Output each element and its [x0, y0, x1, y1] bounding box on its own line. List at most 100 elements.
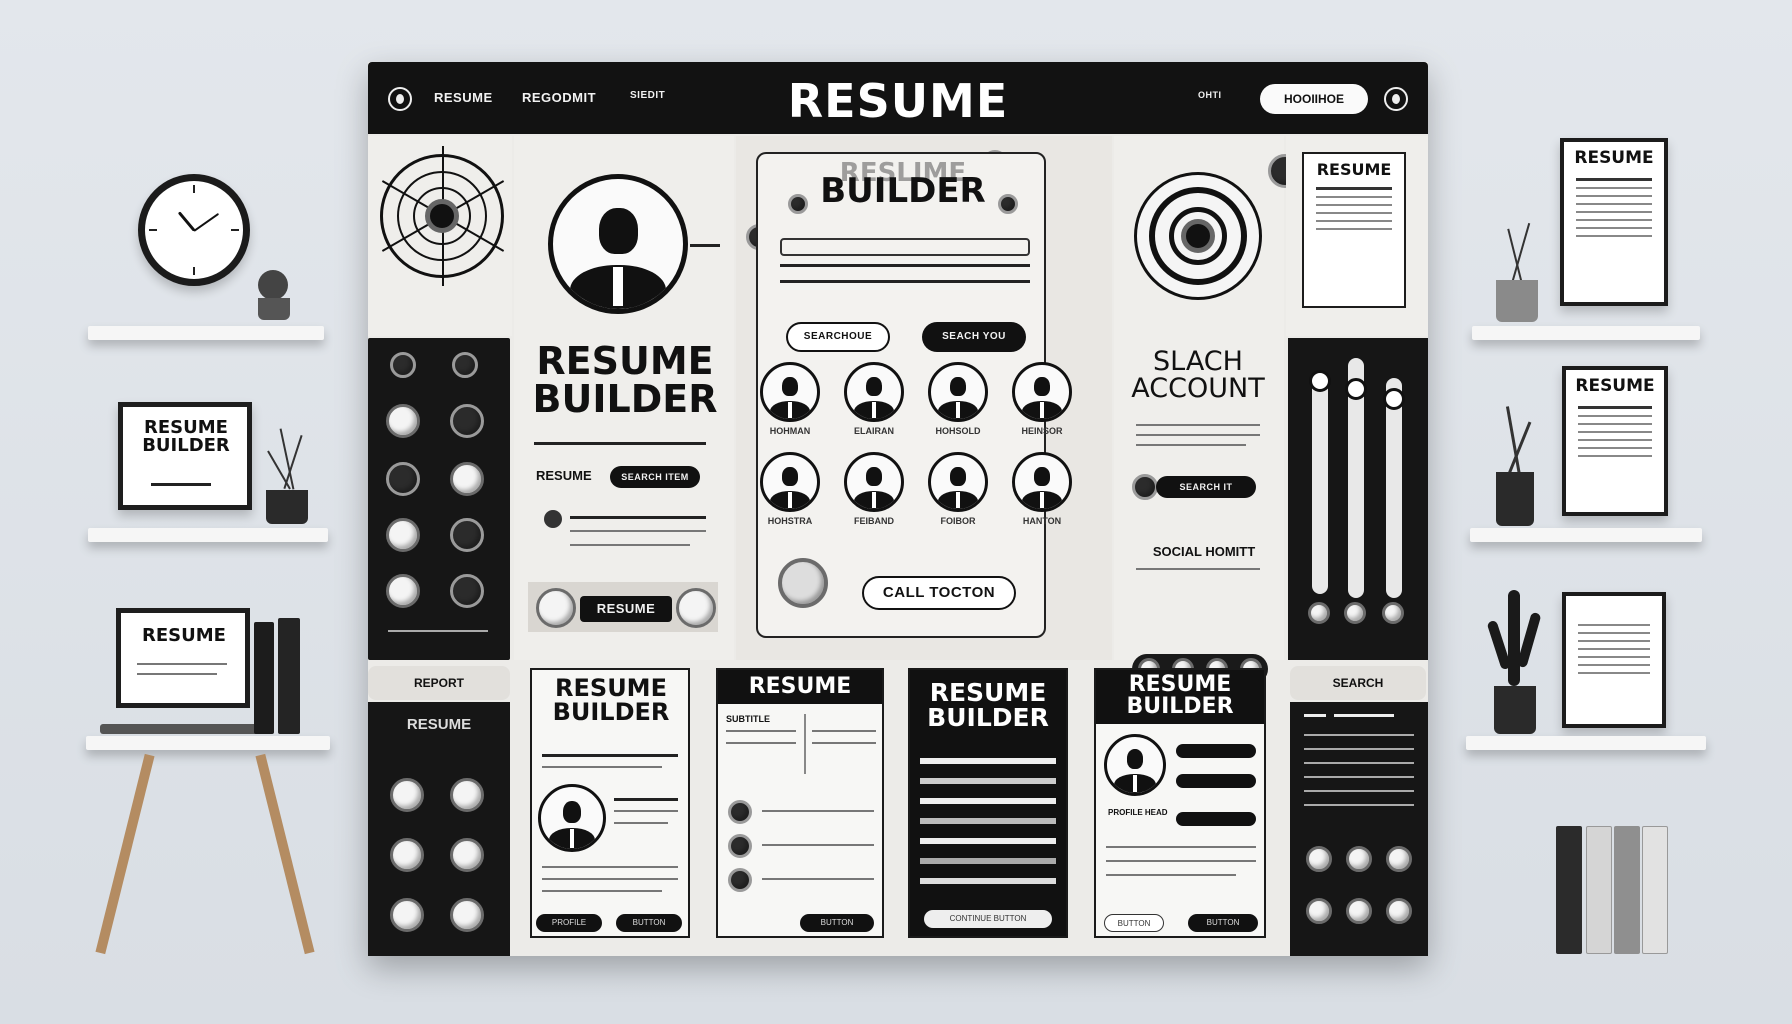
profile-thumbnail[interactable] [760, 362, 820, 422]
profile-thumbnail[interactable] [928, 362, 988, 422]
profile-thumbnail[interactable] [928, 452, 988, 512]
search-button-filled[interactable]: SEACH YOU [922, 322, 1026, 352]
social-icon[interactable] [1346, 898, 1372, 924]
nav-link-resume[interactable]: RESUME [434, 90, 493, 105]
card-icon[interactable] [728, 800, 752, 824]
resume-card[interactable]: RESUME BUILDER CONTINUE BUTTON [908, 668, 1068, 938]
slider-track[interactable] [1312, 374, 1328, 594]
social-label: SOCIAL HOMITT [1152, 544, 1256, 559]
card-button[interactable]: BUTTON [1104, 914, 1164, 932]
shelf [1466, 736, 1706, 750]
far-right-top: RESUME [1286, 136, 1428, 336]
dial-knob[interactable] [778, 558, 828, 608]
book-icon [1586, 826, 1612, 954]
call-button[interactable]: CALL TOCTON [862, 576, 1016, 610]
slider-base-knob[interactable] [1308, 602, 1330, 624]
search-pill[interactable]: SEARCH IT [1156, 476, 1256, 498]
social-icon[interactable] [1306, 898, 1332, 924]
nav-link-edit[interactable]: SIEDIT [630, 90, 665, 101]
shelf [88, 528, 328, 542]
toggle-knob[interactable] [450, 574, 484, 608]
bottom-knob[interactable] [450, 898, 484, 932]
profile-thumbnail[interactable] [844, 362, 904, 422]
wall-clock-icon [138, 174, 250, 286]
resume-card[interactable]: RESUME BUILDER PROFILE HEAD BUTTON BUTTO… [1094, 668, 1266, 938]
profile-thumbnail-label: HEINSOR [1021, 426, 1063, 436]
search-button-outline[interactable]: SEARCHOUE [786, 322, 890, 352]
card-icon[interactable] [728, 834, 752, 858]
heading-knob[interactable] [788, 194, 808, 214]
profile-thumbnail[interactable] [844, 452, 904, 512]
search-field-pill[interactable]: SEARCH ITEM [610, 466, 700, 488]
card-field[interactable] [1176, 774, 1256, 788]
pin-icon [544, 510, 562, 528]
search-label[interactable]: SEARCH [1290, 676, 1426, 690]
slider-knob[interactable] [1309, 370, 1331, 392]
radar-dial-icon[interactable] [380, 146, 505, 286]
toggle-knob[interactable] [450, 404, 484, 438]
heading-knob[interactable] [998, 194, 1018, 214]
slider-base-knob[interactable] [1344, 602, 1366, 624]
header-pill-button[interactable]: HOOIIHOE [1260, 84, 1368, 114]
slider-track[interactable] [1386, 378, 1402, 598]
social-icon[interactable] [1346, 846, 1372, 872]
toggle-knob[interactable] [390, 352, 416, 378]
resume-builder-app: RESUME REGODMIT SIEDIT RESUME BUILDER OH… [368, 62, 1428, 956]
bottom-knob[interactable] [390, 838, 424, 872]
resume-card[interactable]: RESUME SUBTITLE BUTTON [716, 668, 884, 938]
nav-link-small[interactable]: OHTI [1198, 90, 1222, 100]
knob-panel [368, 338, 510, 660]
account-knob[interactable] [1132, 474, 1158, 500]
bottom-knob[interactable] [450, 778, 484, 812]
social-icon[interactable] [1386, 846, 1412, 872]
card-button[interactable]: BUTTON [1188, 914, 1258, 932]
slider-knob[interactable] [1383, 388, 1405, 410]
plant-icon [1488, 222, 1546, 326]
report-label[interactable]: REPORT [368, 676, 510, 690]
card-icon[interactable] [728, 868, 752, 892]
toggle-knob[interactable] [450, 518, 484, 552]
profile-icon[interactable] [388, 87, 412, 111]
toggle-knob[interactable] [386, 518, 420, 552]
bottom-right-panel [1290, 702, 1428, 956]
monitor-title: RESUME BUILDER [142, 417, 230, 456]
settings-icon[interactable] [1384, 87, 1408, 111]
succulent-icon [252, 270, 296, 326]
social-icon[interactable] [1386, 898, 1412, 924]
profile-thumbnail[interactable] [1012, 452, 1072, 512]
monitor-frame: RESUME BUILDER [118, 402, 252, 510]
toggle-knob[interactable] [386, 404, 420, 438]
text-input[interactable] [780, 238, 1030, 256]
profile-grid: HOHMAN ELAIRAN HOHSOLD HEINSOR HOHSTRA FEIBAN… [756, 358, 1086, 538]
dial-knob[interactable] [676, 588, 716, 628]
card-button[interactable]: BUTTON [800, 914, 874, 932]
card-field[interactable] [1176, 744, 1256, 758]
radar-dial-icon[interactable] [1134, 172, 1262, 300]
field-label: RESUME [536, 468, 592, 483]
toggle-knob[interactable] [386, 462, 420, 496]
card-button[interactable]: CONTINUE BUTTON [924, 910, 1052, 928]
bottom-knob[interactable] [390, 778, 424, 812]
account-heading: SLACH ACCOUNT [1131, 346, 1265, 404]
card-button[interactable]: BUTTON [616, 914, 682, 932]
profile-thumbnail-label: FOIBOR [940, 516, 976, 526]
profile-thumbnail[interactable] [760, 452, 820, 512]
bottom-knob[interactable] [450, 838, 484, 872]
card-button[interactable]: PROFILE [536, 914, 602, 932]
resume-frame: RESUME [1560, 138, 1668, 306]
bottom-knob[interactable] [390, 898, 424, 932]
toggle-knob[interactable] [452, 352, 478, 378]
slider-knob[interactable] [1345, 378, 1367, 400]
profile-panel: RESUME BUILDER RESUME SEARCH ITEM RESUME [514, 136, 734, 660]
toggle-knob[interactable] [386, 574, 420, 608]
card-field[interactable] [1176, 812, 1256, 826]
slider-base-knob[interactable] [1382, 602, 1404, 624]
social-icon[interactable] [1306, 846, 1332, 872]
resume-button[interactable]: RESUME [580, 596, 672, 622]
profile-thumbnail[interactable] [1012, 362, 1072, 422]
resume-card[interactable]: RESUME BUILDER PROFILE BUTTON [530, 668, 690, 938]
toggle-knob[interactable] [450, 462, 484, 496]
dial-knob[interactable] [536, 588, 576, 628]
nav-link-account[interactable]: REGODMIT [522, 90, 596, 105]
profile-avatar[interactable] [548, 174, 688, 314]
